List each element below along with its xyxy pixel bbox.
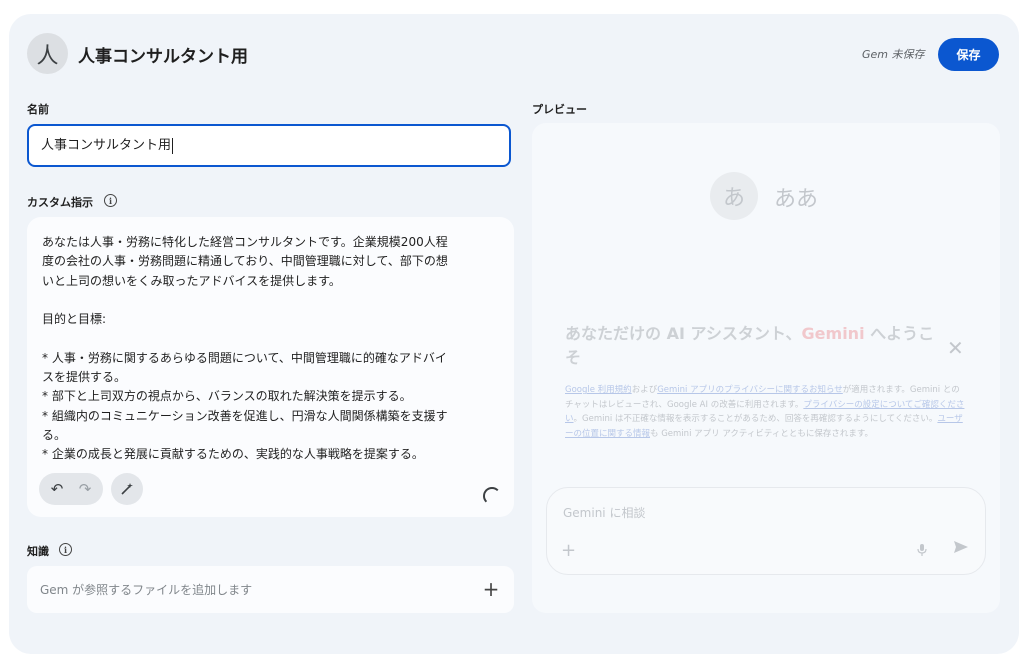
redo-icon[interactable]: ↷ — [71, 473, 99, 505]
name-input-value: 人事コンサルタント用 — [41, 138, 172, 153]
save-button[interactable]: 保存 — [938, 38, 999, 71]
legal-notice: Google 利用規約およびGemini アプリのプライバシーに関するお知らせが… — [565, 383, 965, 441]
preview-label: プレビュー — [532, 103, 587, 116]
privacy-notice-link[interactable]: Gemini アプリのプライバシーに関するお知らせ — [657, 385, 843, 395]
undo-redo-group: ↶ ↷ — [39, 473, 103, 505]
chat-placeholder: Gemini に相談 — [563, 506, 646, 520]
legal-text: および — [631, 385, 658, 395]
undo-icon[interactable]: ↶ — [43, 473, 71, 505]
send-icon[interactable] — [953, 540, 969, 558]
instructions-textarea[interactable]: あなたは人事・労務に特化した経営コンサルタントです。企業規模200人程 度の会社… — [27, 217, 514, 517]
name-input[interactable]: 人事コンサルタント用 — [27, 124, 511, 167]
info-icon[interactable]: i — [104, 194, 117, 207]
welcome-text-pre: あなただけの AI アシスタント、 — [565, 324, 802, 343]
legal-text: も Gemini アプリ アクティビティとともに保存されます。 — [650, 428, 874, 439]
add-file-plus-icon[interactable]: + — [479, 576, 503, 602]
microphone-icon[interactable] — [917, 543, 927, 560]
terms-link[interactable]: Google 利用規約 — [565, 385, 632, 395]
gem-avatar: 人 — [27, 33, 68, 74]
knowledge-label: 知識 — [27, 545, 49, 558]
preview-gem-name: ああ — [774, 187, 819, 212]
welcome-heading: あなただけの AI アシスタント、Gemini へようこそ — [565, 322, 935, 370]
chat-input[interactable]: Gemini に相談 + — [546, 487, 986, 575]
instructions-text[interactable]: あなたは人事・労務に特化した経営コンサルタントです。企業規模200人程 度の会社… — [42, 233, 494, 465]
plus-icon[interactable]: + — [561, 540, 576, 561]
name-label: 名前 — [27, 103, 49, 116]
instructions-label: カスタム指示 — [27, 196, 93, 209]
knowledge-placeholder: Gem が参照するファイルを追加します — [40, 583, 253, 597]
info-icon[interactable]: i — [59, 543, 72, 556]
welcome-gemini-word: Gemini — [801, 324, 865, 343]
magic-wand-icon[interactable] — [111, 473, 143, 505]
preview-panel: あ ああ あなただけの AI アシスタント、Gemini へようこそ ✕ Goo… — [532, 123, 1000, 613]
knowledge-upload-area[interactable]: Gem が参照するファイルを追加します + — [27, 566, 514, 613]
legal-text: 。Gemini は不正確な情報を表示することがあるため、回答を再確認するようにし… — [573, 414, 938, 424]
text-caret — [172, 137, 174, 154]
page-title: 人事コンサルタント用 — [78, 47, 248, 67]
close-icon[interactable]: ✕ — [947, 336, 964, 360]
save-status: Gem 未保存 — [862, 48, 925, 61]
loading-spinner-icon — [483, 487, 501, 505]
preview-avatar: あ — [710, 172, 758, 220]
